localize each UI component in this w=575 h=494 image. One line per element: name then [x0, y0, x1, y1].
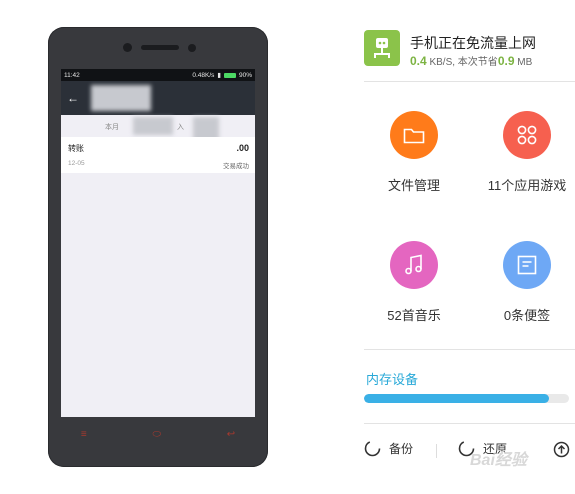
- backup-label: 备份: [389, 442, 414, 456]
- storage-bar-fill: [364, 394, 549, 403]
- blurred-tab: [133, 117, 173, 135]
- saved-value: 0.9: [497, 54, 515, 68]
- transaction-amount: .00: [236, 143, 249, 153]
- phone-app-bar: ←: [61, 81, 255, 115]
- divider-top: [364, 81, 575, 82]
- apps-grid-icon: [503, 111, 551, 159]
- status-speed: 0.48K/s: [192, 71, 215, 79]
- upload-arrow-icon: [553, 441, 570, 458]
- tile-label: 52首音乐: [387, 308, 441, 323]
- bottom-separator: [436, 444, 437, 458]
- signal-icon: ▮: [217, 72, 221, 79]
- saved-unit: MB: [514, 57, 533, 68]
- flow-stats: 0.4 KB/S, 本次节省0.9 MB: [410, 53, 532, 68]
- phone-filter-tabs: 本月 支 入: [61, 115, 255, 157]
- tile-music[interactable]: 52首音乐: [359, 241, 469, 324]
- transaction-name: 转账: [68, 144, 84, 153]
- transaction-date: 12-05: [68, 160, 85, 167]
- storage-bar: [364, 394, 569, 403]
- phone-nav-keys: ≡ ⬭ ↩: [48, 429, 268, 440]
- folder-icon: [390, 111, 438, 159]
- menu-key-icon: ≡: [80, 429, 87, 440]
- tile-label: 11个应用游戏: [487, 178, 567, 193]
- storage-label[interactable]: 内存设备: [366, 369, 418, 388]
- divider-middle: [364, 349, 575, 350]
- return-key-icon: ↩: [226, 429, 236, 440]
- phone-status-bar: 11:42 0.48K/s ▮ 90%: [61, 69, 255, 81]
- upload-button[interactable]: [553, 441, 570, 463]
- baidu-watermark: Bai经验: [470, 452, 527, 469]
- back-arrow-icon[interactable]: ←: [67, 91, 79, 105]
- tile-apps-games[interactable]: 11个应用游戏: [472, 111, 575, 194]
- transaction-status: 交易成功: [223, 163, 249, 170]
- backup-icon: [364, 440, 381, 457]
- flow-status-title: 手机正在免流量上网: [410, 35, 536, 51]
- proximity-sensor: [188, 44, 196, 52]
- divider-bottom: [364, 423, 575, 424]
- note-icon: [503, 241, 551, 289]
- front-camera: [123, 43, 132, 52]
- tile-label: 0条便签: [503, 308, 551, 323]
- earpiece-speaker: [141, 45, 179, 50]
- tab-income[interactable]: 入: [177, 122, 184, 132]
- phone-screen: 11:42 0.48K/s ▮ 90% ← 本月 支 入 转账 12-05 .0…: [61, 69, 255, 417]
- tab-month[interactable]: 本月: [105, 122, 119, 132]
- status-battery: 90%: [238, 71, 252, 79]
- home-key-icon: ⬭: [152, 429, 161, 440]
- music-note-icon: [390, 241, 438, 289]
- speed-value: 0.4: [410, 54, 427, 68]
- battery-icon: [223, 72, 236, 78]
- phone-mockup: 11:42 0.48K/s ▮ 90% ← 本月 支 入 转账 12-05 .0…: [48, 27, 268, 467]
- tile-notes[interactable]: 0条便签: [472, 241, 575, 324]
- speed-unit: KB/S, 本次节省: [426, 57, 498, 68]
- blurred-title: [91, 85, 151, 111]
- free-flow-icon: [364, 30, 400, 66]
- backup-button[interactable]: 备份: [364, 440, 413, 457]
- tile-label: 文件管理: [387, 178, 440, 193]
- transaction-row[interactable]: 转账 12-05 .00 交易成功: [61, 137, 255, 173]
- status-time: 11:42: [64, 71, 80, 79]
- tile-file-manager[interactable]: 文件管理: [359, 111, 469, 194]
